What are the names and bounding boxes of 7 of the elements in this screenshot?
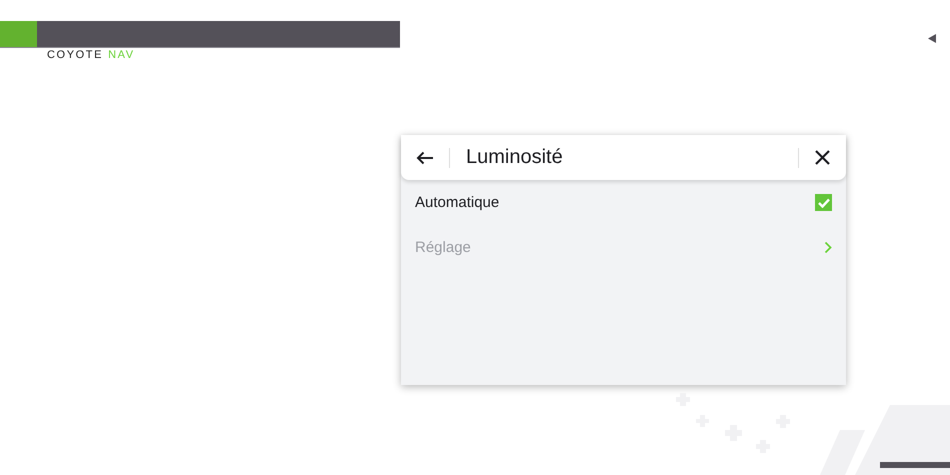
close-icon[interactable] [812,148,832,168]
collapse-triangle-icon[interactable] [928,34,936,43]
checkbox[interactable] [815,194,832,211]
logo-accent-text: NAV [108,49,135,61]
setting-label[interactable]: Automatique [415,194,500,211]
logo-text: COYOTE [47,49,104,61]
dialog-title: Luminosité [466,146,564,169]
